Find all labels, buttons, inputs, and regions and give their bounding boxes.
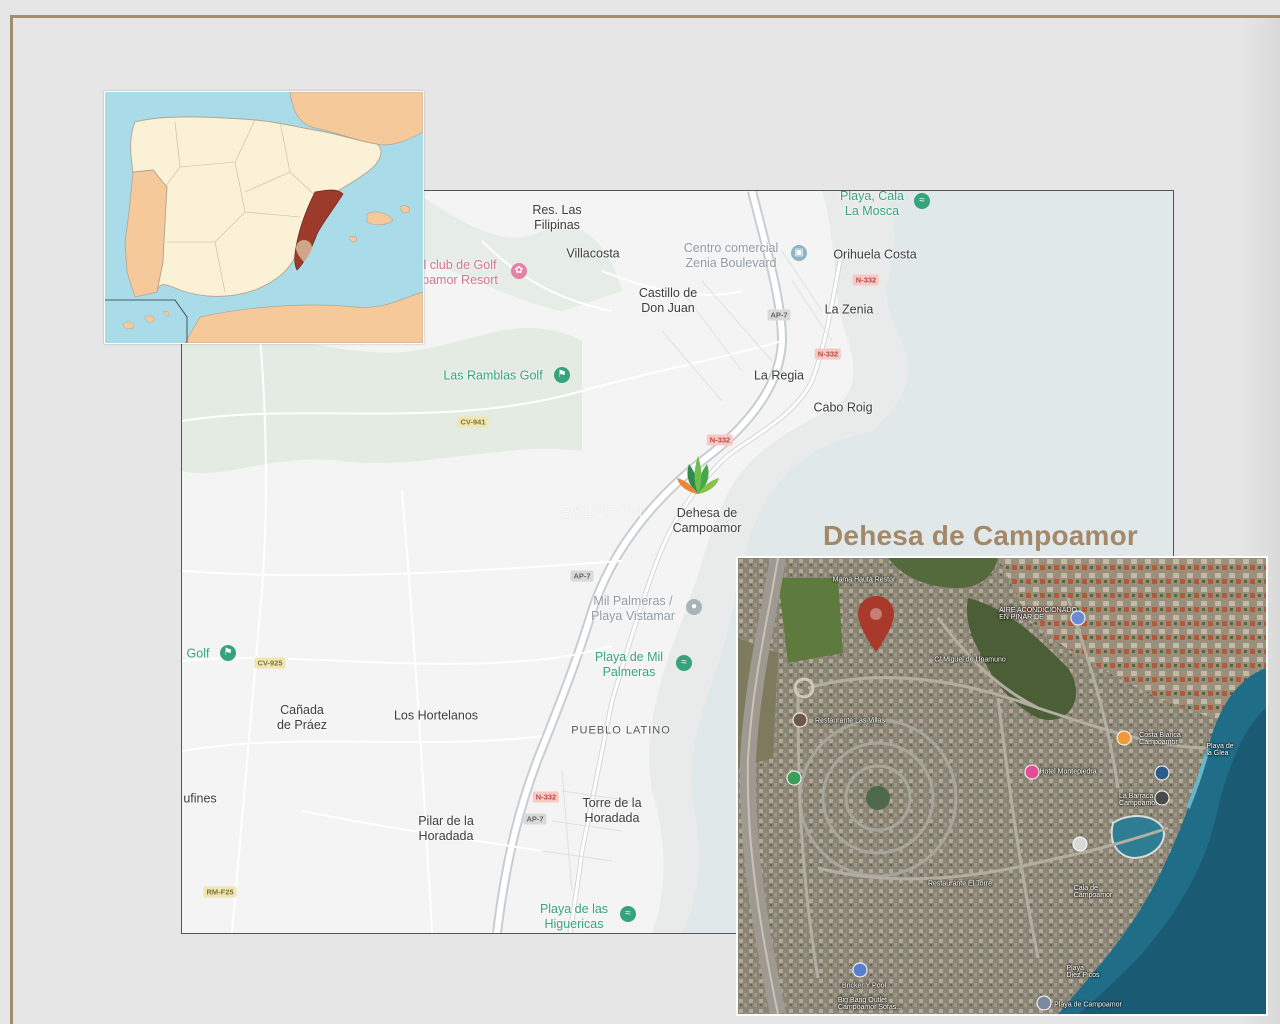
shield-icon[interactable] [1070, 610, 1086, 626]
road-badge: RM-F25 [203, 886, 237, 898]
road-badge: N-332 [532, 791, 560, 803]
restaurant-icon[interactable] [792, 712, 808, 728]
beach-icon[interactable]: ≈ [676, 655, 692, 671]
satellite-label: Cala de Campoamor [1073, 885, 1113, 899]
golf-club-icon[interactable]: ✿ [511, 263, 527, 279]
road-badge: N-332 [814, 348, 842, 360]
satellite-label: Playa Diez Picos [1066, 965, 1100, 979]
place-label: La Regia [753, 368, 805, 383]
place-label: Orihuela Costa [833, 247, 917, 262]
place-label: PUEBLO LATINO [571, 724, 671, 737]
place-label: Cañada de Práez [276, 703, 328, 732]
beach-icon[interactable]: ≈ [620, 906, 636, 922]
road-badge: CV-941 [457, 416, 489, 428]
shopping-icon[interactable] [852, 962, 868, 978]
road-badge: AP-7 [523, 813, 547, 825]
place-label: Torre de la Horadada [582, 796, 642, 825]
poi-label[interactable]: Playa, Cala La Mosca [840, 191, 904, 219]
golf-icon[interactable]: ⚑ [220, 645, 236, 661]
poi-label[interactable]: Playa de Mil Palmeras [595, 650, 663, 680]
satellite-label: Mama Hauta Restor [832, 576, 896, 584]
satellite-label: Big Bang Outlet Campoamor Sofas... [837, 997, 903, 1011]
place-label: Villacosta [566, 246, 620, 261]
section-title: Dehesa de Campoamor [823, 520, 1139, 551]
location-pin-icon[interactable] [858, 596, 894, 652]
watermark-text: B&LPROM [561, 504, 643, 521]
poi-label[interactable]: l club de Golf pamor Resort [422, 258, 498, 288]
photo-icon[interactable] [1154, 765, 1170, 781]
place-label: La Zenia [824, 302, 874, 317]
satellite-label: Bricker Y Pool [841, 982, 887, 990]
place-label: Cabo Roig [813, 400, 873, 415]
photo-icon[interactable] [1154, 790, 1170, 806]
photo-icon[interactable] [1072, 836, 1088, 852]
hotel-icon[interactable] [1024, 764, 1040, 780]
poi-label[interactable]: Centro comercial Zenia Boulevard [684, 241, 778, 271]
satellite-label: Restaurante El Torre [927, 880, 993, 888]
page-frame-left [10, 15, 13, 1024]
road-badge: N-332 [852, 274, 880, 286]
shopping-icon[interactable]: ▣ [791, 245, 807, 261]
spain-map-shapes [105, 92, 423, 343]
page-frame-top [10, 15, 1280, 18]
satellite-imagery [738, 558, 1266, 1014]
place-icon[interactable]: ● [686, 599, 702, 615]
poi-label[interactable]: Playa de las Higuericas [540, 902, 608, 932]
place-label: Castillo de Don Juan [638, 286, 698, 315]
satellite-label: Hotel Montepiedra [1039, 768, 1097, 776]
satellite-label: Costa Blanca Campoamor [1139, 732, 1181, 746]
restaurant-icon[interactable] [1116, 730, 1132, 746]
park-icon[interactable] [786, 770, 802, 786]
poi-label[interactable]: Las Ramblas Golf [443, 369, 542, 384]
beach-icon[interactable]: ≈ [914, 193, 930, 209]
place-label: Los Hortelanos [393, 708, 479, 723]
satellite-label: Playa de la Glea [1206, 743, 1234, 757]
place-label: ufines [183, 791, 217, 806]
place-label-dehesa: Dehesa de Campoamor [672, 506, 742, 535]
road-badge: N-332 [706, 434, 734, 446]
poi-label[interactable]: Golf [187, 647, 210, 662]
satellite-label: AIRE ACONDICIONADO EN PINAR DE [999, 607, 1077, 621]
dehesa-logo-icon [677, 456, 719, 494]
spain-locator-map [104, 91, 424, 344]
satellite-label: C/ Miguel de Unamuno [934, 656, 1006, 664]
place-label: Res. Las Filipinas [532, 203, 582, 232]
satellite-label: Restaurante Las Villas [815, 717, 885, 725]
satellite-label: Playa de Campoamor [1054, 1001, 1122, 1009]
road-badge: CV-925 [254, 657, 286, 669]
poi-label[interactable]: Mil Palmeras / Playa Vistamar [591, 594, 675, 624]
golf-icon[interactable]: ⚑ [554, 367, 570, 383]
photo-icon[interactable] [1036, 995, 1052, 1011]
satellite-map[interactable]: Mama Hauta Restor AIRE ACONDICIONADO EN … [736, 556, 1268, 1016]
road-badge: AP-7 [570, 570, 594, 582]
road-badge: AP-7 [767, 309, 791, 321]
place-label: Pilar de la Horadada [418, 814, 474, 843]
